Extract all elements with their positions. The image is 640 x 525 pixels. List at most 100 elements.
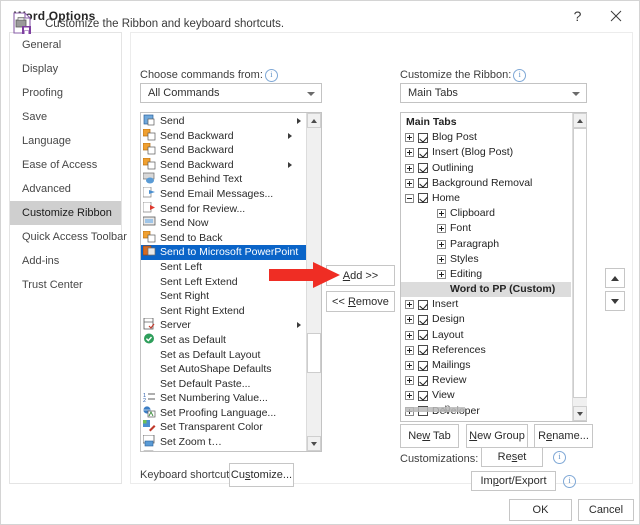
expand-icon[interactable] bbox=[405, 163, 414, 173]
command-list-item[interactable]: Set Transparent Color bbox=[141, 420, 306, 435]
scroll-up-icon[interactable] bbox=[307, 113, 321, 128]
command-list-item[interactable]: Set AutoShape Defaults bbox=[141, 362, 306, 377]
sidebar-item-add-ins[interactable]: Add-ins bbox=[10, 249, 121, 273]
expand-icon[interactable] bbox=[437, 239, 446, 249]
expand-icon[interactable] bbox=[437, 224, 446, 234]
tree-node-checkbox[interactable] bbox=[418, 193, 428, 204]
ok-button[interactable]: OK bbox=[509, 499, 572, 521]
command-list-item[interactable]: Send bbox=[141, 114, 306, 129]
scroll-down-icon[interactable] bbox=[307, 436, 321, 451]
scroll-down-icon[interactable] bbox=[573, 406, 587, 421]
expand-icon[interactable] bbox=[405, 361, 414, 370]
tree-node-checkbox[interactable] bbox=[418, 345, 428, 356]
command-list-item[interactable]: Server bbox=[141, 317, 306, 333]
tree-node[interactable]: Font bbox=[401, 221, 571, 236]
sidebar-item-language[interactable]: Language bbox=[10, 129, 121, 153]
tree-node[interactable]: Review bbox=[401, 373, 571, 388]
tree-node-checkbox[interactable] bbox=[418, 132, 428, 143]
tree-node[interactable]: Insert bbox=[401, 297, 571, 312]
tree-node-checkbox[interactable] bbox=[418, 314, 428, 325]
tree-node[interactable]: Home bbox=[401, 191, 571, 206]
command-list-item[interactable]: Send Email Messages... bbox=[141, 186, 306, 202]
expand-icon[interactable] bbox=[405, 376, 414, 386]
sidebar-item-trust-center[interactable]: Trust Center bbox=[10, 273, 121, 297]
rename-button[interactable]: Rename... bbox=[534, 424, 593, 448]
sidebar-item-display[interactable]: Display bbox=[10, 57, 121, 81]
scrollbar-thumb[interactable] bbox=[307, 333, 321, 373]
command-list-item[interactable]: Set as Default bbox=[141, 333, 306, 348]
tree-node[interactable]: Paragraph bbox=[401, 237, 571, 252]
command-list-item[interactable]: Set Zoom t… bbox=[141, 434, 306, 450]
import-export-button[interactable]: Import/Export bbox=[471, 471, 556, 491]
remove-button[interactable]: << Remove bbox=[326, 291, 395, 312]
sidebar-item-quick-access-toolbar[interactable]: Quick Access Toolbar bbox=[10, 225, 127, 249]
sidebar-item-customize-ribbon[interactable]: Customize Ribbon bbox=[10, 201, 121, 225]
new-group-button[interactable]: New Group bbox=[466, 424, 528, 448]
expand-icon[interactable] bbox=[405, 178, 414, 188]
sidebar-item-ease-of-access[interactable]: Ease of Access bbox=[10, 153, 121, 177]
new-tab-button[interactable]: New Tab bbox=[400, 424, 459, 448]
command-list-item[interactable]: Send Backward bbox=[141, 128, 306, 144]
tree-node[interactable]: Clipboard bbox=[401, 206, 571, 221]
tree-node[interactable]: Background Removal bbox=[401, 176, 571, 191]
command-list-item[interactable]: Set Proofing Language... bbox=[141, 406, 306, 421]
reset-button[interactable]: Reset bbox=[481, 447, 543, 467]
customize-keyboard-button[interactable]: Customize... bbox=[229, 463, 294, 487]
tree-node[interactable]: Insert (Blog Post) bbox=[401, 145, 571, 160]
sidebar-item-save[interactable]: Save bbox=[10, 105, 121, 129]
command-list-item[interactable]: Set Default Paste... bbox=[141, 377, 306, 392]
expand-icon[interactable] bbox=[405, 315, 414, 325]
expand-icon[interactable] bbox=[405, 300, 414, 310]
tree-node[interactable]: Word to PP (Custom) bbox=[401, 282, 571, 298]
tree-node[interactable]: Design bbox=[401, 312, 571, 327]
tree-node-checkbox[interactable] bbox=[418, 390, 428, 401]
tree-node-checkbox[interactable] bbox=[418, 375, 428, 386]
tree-node[interactable]: Mailings bbox=[401, 358, 571, 373]
expand-icon[interactable] bbox=[437, 209, 446, 219]
tree-node[interactable]: Layout bbox=[401, 328, 571, 343]
expand-icon[interactable] bbox=[405, 391, 414, 401]
tree-node[interactable]: Styles bbox=[401, 252, 571, 267]
command-list-item[interactable]: Set as Default Layout bbox=[141, 348, 306, 363]
command-list-item[interactable]: Send Backward bbox=[141, 142, 306, 158]
expand-icon[interactable] bbox=[405, 133, 414, 143]
choose-commands-dropdown[interactable]: All Commands bbox=[140, 83, 322, 103]
move-down-button[interactable] bbox=[605, 291, 625, 311]
tree-node[interactable]: Add-ins bbox=[401, 419, 571, 422]
command-list-item[interactable]: Send Backward bbox=[141, 157, 306, 173]
collapse-icon[interactable] bbox=[405, 193, 414, 203]
expand-icon[interactable] bbox=[405, 148, 414, 158]
close-button[interactable] bbox=[599, 1, 632, 31]
expand-icon[interactable] bbox=[437, 254, 446, 264]
ribbon-tree[interactable]: Main Tabs Blog Post Insert (Blog Post) Outl… bbox=[400, 112, 587, 422]
tree-node-checkbox[interactable] bbox=[418, 299, 428, 310]
info-icon[interactable]: i bbox=[553, 451, 566, 464]
tree-node[interactable]: Editing bbox=[401, 267, 571, 282]
scroll-up-icon[interactable] bbox=[573, 113, 587, 128]
command-list-item[interactable]: Sent Right Extend bbox=[141, 304, 306, 319]
expand-icon[interactable] bbox=[405, 330, 414, 340]
command-list-item[interactable]: Send to Microsoft PowerPoint bbox=[141, 245, 306, 260]
tree-node[interactable]: Outlining bbox=[401, 161, 571, 176]
sidebar-item-proofing[interactable]: Proofing bbox=[10, 81, 121, 105]
move-up-button[interactable] bbox=[605, 268, 625, 288]
tree-node-checkbox[interactable] bbox=[418, 163, 428, 174]
tree-node-checkbox[interactable] bbox=[418, 360, 428, 371]
tree-node-checkbox[interactable] bbox=[418, 178, 428, 189]
tree-node-checkbox[interactable] bbox=[418, 421, 428, 422]
command-list-item[interactable]: Send for Review... bbox=[141, 201, 306, 217]
command-list-item[interactable]: Send Behind Text bbox=[141, 172, 306, 187]
tree-node-checkbox[interactable] bbox=[418, 147, 428, 158]
info-icon[interactable]: i bbox=[513, 69, 527, 82]
help-button[interactable]: ? bbox=[561, 1, 594, 31]
customize-ribbon-dropdown[interactable]: Main Tabs bbox=[400, 83, 587, 103]
tree-node[interactable]: References bbox=[401, 343, 571, 358]
expand-icon[interactable] bbox=[405, 345, 414, 355]
scrollbar-thumb[interactable] bbox=[573, 128, 587, 398]
command-list-item[interactable]: Send to Back bbox=[141, 230, 306, 246]
command-list-item[interactable]: 1 2 Set Numbering Value... bbox=[141, 391, 306, 406]
command-list-item[interactable]: Shading bbox=[141, 450, 306, 451]
ribbon-tree-scrollbar[interactable] bbox=[572, 113, 587, 421]
info-icon[interactable]: i bbox=[264, 69, 278, 82]
tree-node[interactable]: Blog Post bbox=[401, 130, 571, 145]
